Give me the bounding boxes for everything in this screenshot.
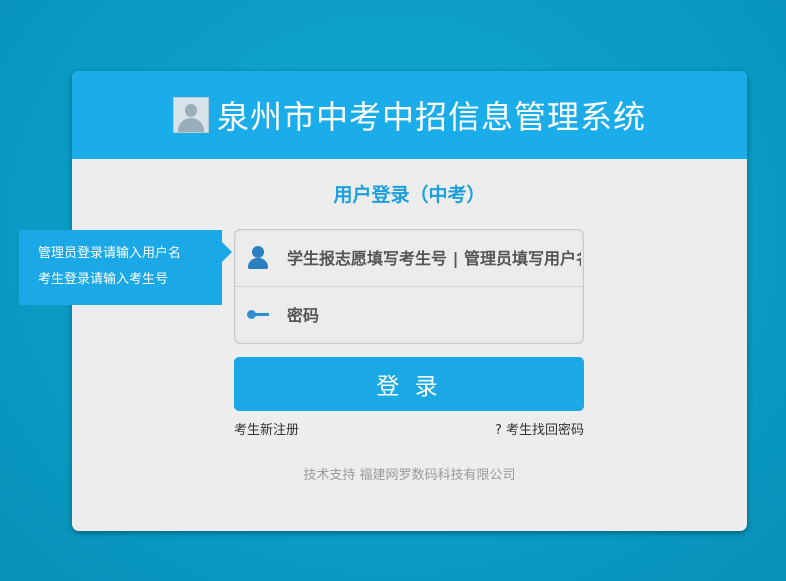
username-input[interactable] (285, 247, 583, 269)
tooltip-line-student: 考生登录请输入考生号 (38, 272, 169, 287)
username-field-row (235, 230, 583, 287)
password-input[interactable] (285, 304, 583, 326)
app-title: 泉州市中考中招信息管理系统 (216, 98, 646, 136)
key-icon (245, 300, 275, 330)
login-hint-tooltip: 管理员登录请输入用户名 考生登录请输入考生号 (19, 230, 232, 305)
user-avatar-icon (172, 97, 209, 133)
password-field-row (235, 287, 583, 343)
card-header: 泉州市中考中招信息管理系统 (72, 71, 747, 159)
login-button[interactable]: 登 录 (234, 357, 584, 411)
login-heading: 用户登录（中考） (333, 184, 486, 206)
register-link[interactable]: 考生新注册 (234, 419, 299, 438)
user-icon (245, 243, 275, 273)
footer-credit: 技术支持 福建网罗数码科技有限公司 (303, 468, 516, 483)
login-form (234, 229, 584, 344)
tooltip-line-admin: 管理员登录请输入用户名 (38, 246, 182, 261)
forgot-password-link[interactable]: ? 考生找回密码 (495, 419, 584, 438)
